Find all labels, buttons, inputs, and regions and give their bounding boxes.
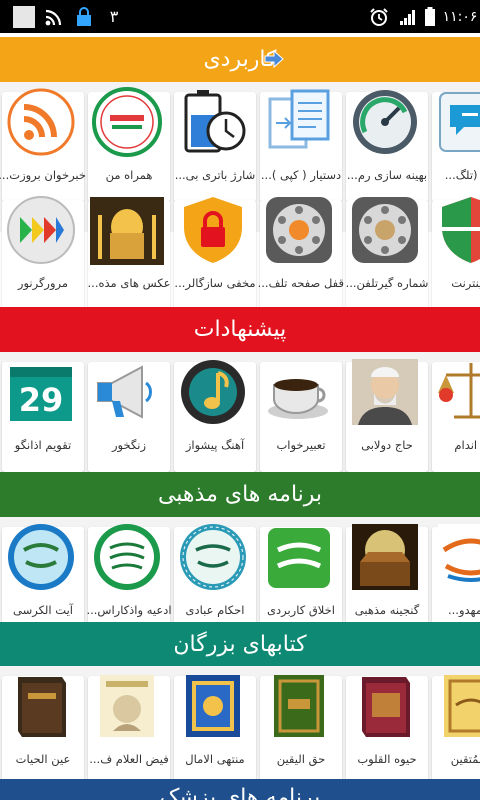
ahkam-icon bbox=[176, 517, 250, 597]
hamrah-logo-icon bbox=[90, 82, 164, 162]
signal-icon bbox=[398, 0, 418, 33]
app-label: دستیار ( کپی )... bbox=[260, 168, 342, 182]
mahdavi-calligraphy-icon bbox=[434, 517, 480, 597]
shield-icon bbox=[434, 190, 480, 270]
book-gold-icon bbox=[434, 666, 480, 746]
akhlagh-icon bbox=[262, 517, 336, 597]
battery-icon bbox=[422, 0, 438, 33]
adieh-icon bbox=[90, 517, 164, 597]
app-label: حاج دولابی bbox=[361, 438, 413, 452]
alarm-clock-icon bbox=[368, 0, 390, 33]
noor-browser-icon bbox=[4, 190, 78, 270]
app-label: حق الیقین bbox=[276, 752, 326, 766]
section-header-usable[interactable]: کاربردی bbox=[0, 37, 480, 82]
app-label: شارژ باتری بی... bbox=[174, 168, 256, 182]
section-header-books[interactable]: کتابهای بزرگان bbox=[0, 622, 480, 667]
notification-square-icon bbox=[12, 0, 36, 33]
wifi-icon bbox=[44, 0, 66, 33]
status-number: ۳ bbox=[109, 7, 119, 26]
book-icon bbox=[4, 666, 78, 746]
music-note-icon bbox=[176, 352, 250, 432]
app-label: عکس های مذه... bbox=[87, 276, 171, 290]
app-label: تعبیرخواب bbox=[276, 438, 326, 452]
coffee-cup-icon bbox=[262, 352, 336, 432]
section-title: کتابهای بزرگان bbox=[173, 632, 307, 657]
section-header-suggestions[interactable]: پیشنهادات bbox=[0, 307, 480, 352]
battery-clock-icon bbox=[176, 82, 250, 162]
app-label: ه المُتقین bbox=[450, 752, 480, 766]
app-label: همراه من bbox=[105, 168, 153, 182]
app-label: منتهی الامال bbox=[185, 752, 245, 766]
chat-lock-icon bbox=[434, 82, 480, 162]
status-bar: ۳ ۱۱:۰۶ bbox=[0, 0, 480, 33]
book-blue-icon bbox=[176, 666, 250, 746]
rotary-phone-icon bbox=[348, 190, 422, 270]
lock-icon bbox=[74, 0, 94, 33]
book-green-icon bbox=[262, 666, 336, 746]
padlock-shield-icon bbox=[176, 190, 250, 270]
app-label: قفل صفحه تلف... bbox=[258, 276, 344, 290]
portrait-icon bbox=[348, 352, 422, 432]
shrine-photo-icon bbox=[90, 190, 164, 270]
book-portrait-icon bbox=[90, 666, 164, 746]
section-title: برنامه های مذهبی bbox=[157, 482, 323, 507]
speedometer-icon bbox=[348, 82, 422, 162]
app-label: شماره گیرتلفن... bbox=[345, 276, 429, 290]
app-label: فیض العلام ف... bbox=[89, 752, 169, 766]
section-header-medical[interactable]: برنامه های پزشک bbox=[0, 779, 480, 800]
section-header-religious[interactable]: برنامه های مذهبی bbox=[0, 472, 480, 517]
app-label: خبرخوان بروزت... bbox=[0, 168, 86, 182]
section-title: پیشنهادات bbox=[193, 317, 287, 342]
scale-icon bbox=[434, 352, 480, 432]
app-label: حیوه القلوب bbox=[357, 752, 417, 766]
book-red-icon bbox=[348, 666, 422, 746]
app-label: ر اینترنت bbox=[451, 276, 480, 290]
ayat-alkursi-icon bbox=[4, 517, 78, 597]
calendar-29-icon: 29 bbox=[4, 352, 78, 432]
copy-documents-icon bbox=[262, 82, 336, 162]
status-time: ۱۱:۰۶ bbox=[442, 8, 478, 25]
app-label: مرورگرنور bbox=[17, 276, 69, 290]
app-label: عین الحیات bbox=[15, 752, 71, 766]
app-label: ب اندام bbox=[454, 438, 480, 452]
arrow-right-icon bbox=[264, 49, 284, 69]
section-title: برنامه های پزشک bbox=[159, 785, 321, 800]
svg-text:29: 29 bbox=[19, 381, 64, 419]
megaphone-icon bbox=[90, 352, 164, 432]
app-label: قفل (تلگ... bbox=[444, 168, 480, 182]
app-label: زنگخور bbox=[111, 438, 147, 452]
app-label: تقویم اذانگو bbox=[14, 438, 72, 452]
treasure-chest-icon bbox=[348, 517, 422, 597]
rss-icon bbox=[4, 82, 78, 162]
app-label: مخفی سازگالر... bbox=[174, 276, 256, 290]
app-label: آهنگ پیشواز bbox=[185, 438, 245, 452]
rotary-phone-lock-icon bbox=[262, 190, 336, 270]
app-label: بهینه سازی رم... bbox=[346, 168, 428, 182]
